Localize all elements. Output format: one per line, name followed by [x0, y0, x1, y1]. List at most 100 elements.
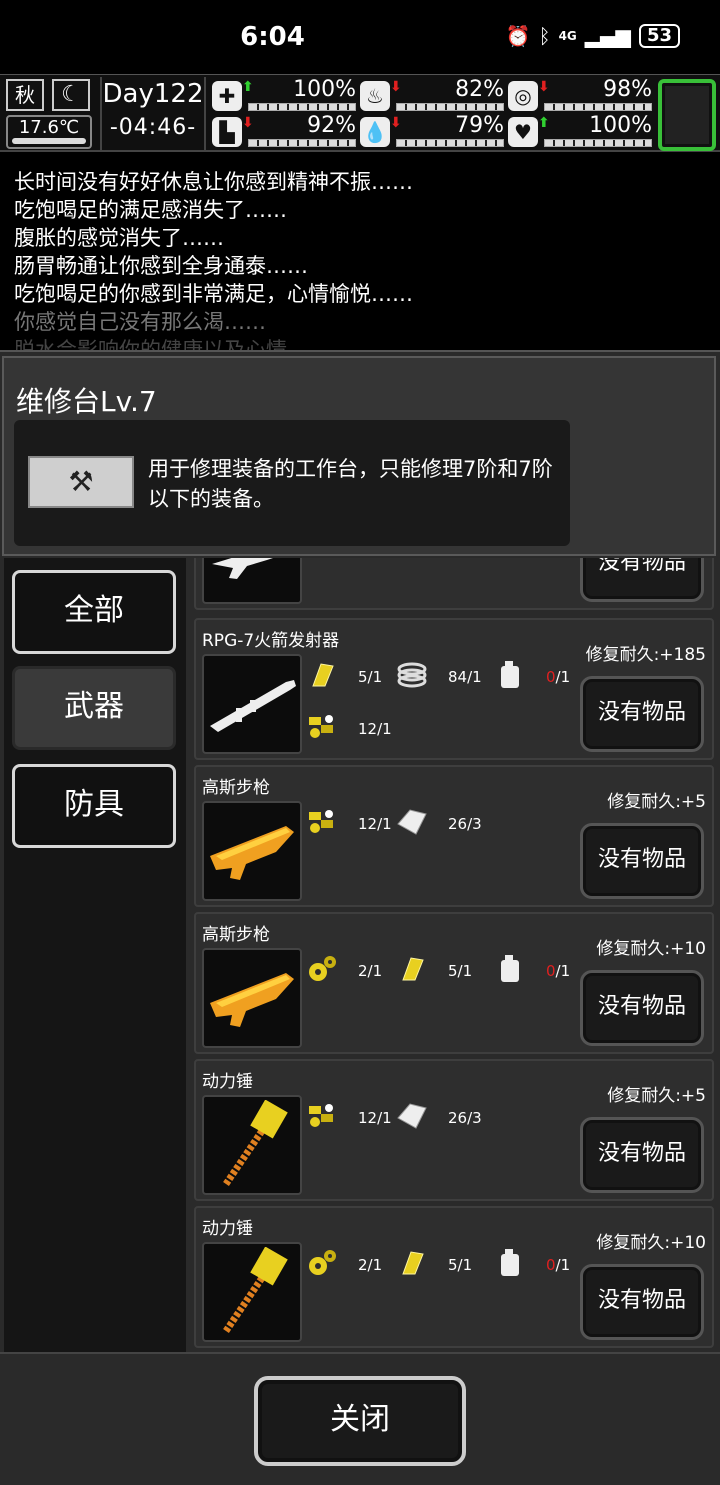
- material: 12/1: [304, 712, 392, 742]
- log-line: 肠胃畅通让你感到全身通泰……: [14, 254, 308, 278]
- fuel-can-icon: [492, 660, 528, 690]
- material: 0/1: [492, 954, 570, 984]
- material-count: 5/1: [448, 962, 473, 980]
- list-item: RPG-7火箭发射器 5/1 84/1 0/1 12/1 修复耐久:+185 没…: [194, 618, 714, 760]
- no-item-button[interactable]: 没有物品: [580, 970, 704, 1046]
- boot-icon: ▙: [212, 117, 242, 147]
- stat-bar: [544, 103, 652, 111]
- power-hammer-icon: [202, 1242, 302, 1342]
- moon-icon: ☾: [52, 79, 90, 111]
- network-label: 4G: [558, 29, 577, 43]
- tab-weapons[interactable]: 武器: [12, 666, 176, 750]
- material-count: 2/1: [358, 962, 383, 980]
- description-text: 用于修理装备的工作台，只能修理7阶和7阶以下的装备。: [148, 457, 553, 511]
- water-drop-icon: 💧: [360, 117, 390, 147]
- parts-icon: [304, 807, 340, 837]
- hunger-stat: ♨ ⬇ 82%: [360, 77, 506, 113]
- no-item-button[interactable]: 没有物品: [580, 676, 704, 752]
- season-label: 秋: [15, 83, 35, 107]
- fuel-can-icon: [492, 954, 528, 984]
- status-icons: ⏰ ᛒ 4G ▂▄▆ 53: [506, 24, 680, 48]
- stat-bar: [248, 103, 356, 111]
- material-count: 84/1: [448, 668, 482, 686]
- material-count: 5/1: [448, 1256, 473, 1274]
- dialog-footer: 关闭: [0, 1352, 720, 1485]
- day-clock: Day122 -04:46-: [100, 77, 206, 151]
- tab-all[interactable]: 全部: [12, 570, 176, 654]
- gold-plate-icon: [394, 954, 430, 984]
- quick-slot-button[interactable]: [658, 79, 716, 151]
- item-name: RPG-7火箭发射器: [202, 631, 340, 651]
- material: 0/1: [492, 1248, 570, 1278]
- rope-coil-icon: [394, 660, 430, 690]
- fuel-can-icon: [492, 1248, 528, 1278]
- material-count: 12/1: [358, 1109, 392, 1127]
- material-count: 12/1: [358, 815, 392, 833]
- gears-icon: [304, 954, 340, 984]
- category-tabs: 全部 武器 防具: [4, 558, 186, 1352]
- gears-icon: [304, 1248, 340, 1278]
- medkit-icon: ✚: [212, 81, 242, 111]
- material: 84/1: [394, 660, 482, 690]
- material-count: 0/1: [546, 668, 570, 686]
- material-count: 12/1: [358, 720, 392, 738]
- trend-down-icon: ⬇: [242, 115, 254, 131]
- list-item: 高斯步枪 12/1 26/3 修复耐久:+5 没有物品: [194, 765, 714, 907]
- power-hammer-icon: [202, 1095, 302, 1195]
- stat-bar: [544, 139, 652, 147]
- material-count-short: 0: [546, 1256, 556, 1274]
- temperature-gauge: 17.6℃: [6, 115, 92, 149]
- repair-item-list[interactable]: 没有物品 RPG-7火箭发射器 5/1 84/1 0/1 12/1 修复耐久:+…: [192, 558, 714, 1352]
- material-count: 2/1: [358, 1256, 383, 1274]
- repair-bench-dialog: 维修台Lv.7 ⚒ 用于修理装备的工作台，只能修理7阶和7阶以下的装备。 全部 …: [0, 350, 720, 1485]
- stat-value: 79%: [455, 113, 504, 138]
- material-count: 5/1: [358, 668, 383, 686]
- parts-icon: [304, 712, 340, 742]
- material-count: 0/1: [546, 962, 570, 980]
- clock-time: 6:04: [240, 22, 305, 52]
- stat-value: 82%: [455, 77, 504, 102]
- trend-down-icon: ⬇: [538, 79, 550, 95]
- dialog-header: 维修台Lv.7 ⚒ 用于修理装备的工作台，只能修理7阶和7阶以下的装备。: [2, 356, 716, 556]
- material: 12/1: [304, 807, 392, 837]
- log-line: 吃饱喝足的满足感消失了……: [14, 198, 287, 222]
- list-item: 动力锤 2/1 5/1 0/1 修复耐久:+10 没有物品: [194, 1206, 714, 1348]
- toilet-icon: ◎: [508, 81, 538, 111]
- stat-bar: [396, 103, 504, 111]
- material-count-short: 0: [546, 962, 556, 980]
- bluetooth-icon: ᛒ: [538, 24, 551, 48]
- material-count: 26/3: [448, 815, 482, 833]
- cloth-icon: [394, 807, 430, 837]
- repair-durability: 修复耐久:+10: [596, 939, 706, 959]
- material: 0/1: [492, 660, 570, 690]
- log-line: 吃饱喝足的你感到非常满足，心情愉悦……: [14, 282, 413, 306]
- repair-durability: 修复耐久:+10: [596, 1233, 706, 1253]
- temperature-value: 17.6℃: [18, 117, 80, 138]
- message-log: 长时间没有好好休息让你感到精神不振…… 吃饱喝足的满足感消失了…… 腹胀的感觉消…: [0, 154, 720, 350]
- material: 2/1: [304, 1248, 382, 1278]
- stat-value: 100%: [293, 77, 356, 102]
- thirst-stat: 💧 ⬇ 79%: [360, 113, 506, 149]
- tab-armor[interactable]: 防具: [12, 764, 176, 848]
- heart-icon: ♥: [508, 117, 538, 147]
- material: 12/1: [304, 1101, 392, 1131]
- close-button[interactable]: 关闭: [254, 1376, 466, 1466]
- material: 26/3: [394, 1101, 482, 1131]
- no-item-button[interactable]: 没有物品: [580, 823, 704, 899]
- item-name: 动力锤: [202, 1219, 253, 1239]
- stat-bar: [396, 139, 504, 147]
- no-item-button[interactable]: 没有物品: [580, 558, 704, 602]
- parts-icon: [304, 1101, 340, 1131]
- stamina-stat: ▙ ⬇ 92%: [212, 113, 358, 149]
- material-count-rest: /1: [555, 1256, 571, 1274]
- stat-bar: [248, 139, 356, 147]
- season-badge: 秋: [6, 79, 44, 111]
- status-bar: 6:04 ⏰ ᛒ 4G ▂▄▆ 53: [0, 0, 720, 74]
- stat-value: 100%: [589, 113, 652, 138]
- material: 2/1: [304, 954, 382, 984]
- material: 5/1: [394, 1248, 472, 1278]
- no-item-button[interactable]: 没有物品: [580, 1264, 704, 1340]
- thermometer-bar: [12, 138, 86, 144]
- gauss-rifle-icon: [202, 801, 302, 901]
- no-item-button[interactable]: 没有物品: [580, 1117, 704, 1193]
